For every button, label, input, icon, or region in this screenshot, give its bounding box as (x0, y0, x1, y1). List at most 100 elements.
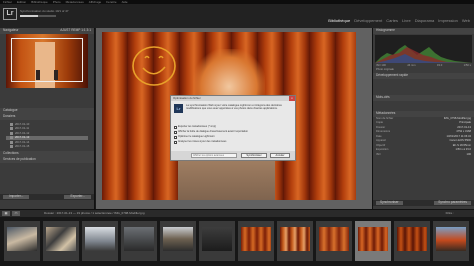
module-tab[interactable]: Bibliothèque (328, 19, 350, 23)
checkbox-label: Optimiser le catalogue Lightroom (178, 135, 215, 139)
original-photo-label: Photo originale (376, 68, 394, 72)
metadata-value[interactable]: Canon EOS 550D (449, 140, 471, 143)
synchronize-button[interactable]: Synchroniser (241, 153, 267, 158)
histogram (375, 35, 472, 63)
folders-title: Dossiers (3, 114, 16, 119)
dialog-checkbox-4[interactable]: Analyser les mises à jour des métadonnée… (174, 141, 226, 144)
folder-icon (10, 145, 13, 149)
thumbnail-image (397, 227, 427, 251)
metadata-key: Copie (376, 121, 384, 125)
folder-icon (10, 140, 13, 144)
dialog-checkbox-3[interactable]: Optimiser le catalogue Lightroom (174, 136, 215, 139)
exif-shutter: 1/50 s (463, 63, 471, 67)
folder-tree: 2017-01-10 2017-01-11 2017-01-12 2017-01-13… (0, 120, 94, 151)
folder-icon (10, 131, 13, 135)
folder-icon (10, 136, 13, 140)
sync-progress-bar (20, 15, 56, 17)
collections-title: Collections (3, 151, 19, 156)
filmstrip-thumbnail[interactable] (355, 221, 391, 261)
filmstrip-thumbnail[interactable] (82, 221, 118, 261)
sync-button[interactable]: Synchroniser (376, 201, 403, 205)
export-button[interactable]: Exporter... (64, 195, 91, 199)
thumbnail-image (319, 227, 349, 251)
folder-label: 2017-01-12 (15, 130, 30, 135)
filmstrip-thumbnail[interactable] (394, 221, 430, 261)
metadata-key: Dimensions (376, 130, 391, 134)
dialog-footer: Afficher les options avancées Synchronis… (171, 151, 295, 160)
folder-label: 2017-01-10 (15, 121, 30, 126)
publish-header[interactable]: Services de publication (0, 157, 94, 163)
checkbox-icon[interactable] (174, 136, 177, 139)
metadata-title: Métadonnées (376, 111, 396, 116)
filmstrip-thumbnail[interactable] (4, 221, 40, 261)
thumbnail-image (436, 227, 466, 251)
checkbox-icon[interactable] (174, 141, 177, 144)
checkbox-label: Afficher la boîte de dialogue d'avertiss… (178, 130, 248, 134)
publish-title: Services de publication (3, 157, 36, 162)
filmstrip-thumbnail[interactable] (160, 221, 196, 261)
keywords-title: Mots-clés (376, 95, 390, 100)
thumbnail-image (358, 227, 388, 251)
folder-icon (10, 122, 13, 126)
folder-label: 2017-01-13 (15, 135, 30, 140)
metadata-value[interactable]: 4752 x 3168 (456, 131, 471, 134)
metadata-list: Nom de fichier IMG_0798-Modifier.jpg Copie… (373, 117, 474, 158)
right-panel: Histogramme ISO 100 24 mm f/4.0 1/50 s P… (372, 28, 474, 209)
quick-develop-title: Développement rapide (376, 73, 409, 78)
import-button[interactable]: Importer... (3, 195, 30, 199)
histogram-header[interactable]: Histogramme (373, 28, 474, 34)
sync-settings-button[interactable]: Synchro paramètres (434, 201, 471, 205)
navigator-preview[interactable] (6, 34, 88, 88)
view-loupe-button[interactable]: ▭ (12, 211, 20, 216)
folder-label: 2017-01-14 (15, 139, 30, 144)
dialog-options-field[interactable]: Afficher les options avancées (191, 153, 237, 158)
thumbnail-image (241, 227, 271, 251)
folder-label: 2017-01-11 (15, 126, 30, 131)
checkbox-icon[interactable] (174, 131, 177, 134)
filmstrip-thumbnail[interactable] (238, 221, 274, 261)
lightroom-logo: Lr (3, 8, 17, 20)
thumbnail-image (202, 227, 232, 251)
bottom-toolbar: ▦ ▭ Dossier : 2017-01-13 — 19 photos / 1… (0, 209, 474, 217)
histogram-title: Histogramme (376, 28, 395, 33)
dialog-checkbox-1[interactable]: Exporter les métadonnées (*.xmp) (174, 126, 216, 129)
module-tab[interactable]: Web (462, 19, 470, 23)
metadata-key: Exposition (376, 148, 389, 152)
source-path: Dossier : 2017-01-13 — 19 photos / 1 sél… (44, 211, 145, 215)
dialog-checkbox-2[interactable]: Afficher la boîte de dialogue d'avertiss… (174, 131, 248, 134)
quick-develop-body (373, 79, 474, 95)
metadata-value[interactable]: Principale (459, 122, 471, 125)
module-tab[interactable]: Livre (402, 19, 411, 23)
filmstrip-thumbnail[interactable] (43, 221, 79, 261)
left-panel-footer: Importer... Exporter... (0, 194, 94, 200)
folder-row[interactable]: 2017-01-15 (6, 145, 88, 150)
sync-buttons-row: Synchroniser Synchro paramètres (373, 200, 474, 206)
module-picker: Bibliothèque Développement Cartes Livre Diap… (328, 19, 470, 23)
dialog-title: Optimisation du fichier (173, 96, 201, 100)
histogram-graph (375, 45, 472, 63)
checkbox-icon[interactable] (174, 126, 177, 129)
filmstrip-thumbnail[interactable] (433, 221, 469, 261)
module-tab[interactable]: Développement (354, 19, 382, 23)
view-grid-button[interactable]: ▦ (2, 211, 10, 216)
dialog-close-button[interactable]: x (289, 96, 295, 101)
cancel-button[interactable]: Annuler (270, 153, 290, 158)
filmstrip-thumbnail[interactable] (199, 221, 235, 261)
module-tab[interactable]: Cartes (386, 19, 398, 23)
module-tab[interactable]: Diaporama (415, 19, 435, 23)
filter-label[interactable]: Filtre : (446, 211, 454, 216)
module-tab[interactable]: Impression (438, 19, 458, 23)
sync-status-text: Synchronisation du studio 10/1 of 47 (20, 9, 69, 13)
metadata-value[interactable]: 100 (467, 153, 471, 157)
exif-focal: 24 mm (407, 63, 416, 67)
filmstrip-thumbnail[interactable] (277, 221, 313, 261)
filmstrip-thumbnail[interactable] (316, 221, 352, 261)
filmstrip-thumbnail[interactable] (121, 221, 157, 261)
metadata-value[interactable]: 1/50 s à f/4.0 (455, 149, 471, 152)
navigator-title: Navigateur (3, 28, 19, 33)
navigator-zoom[interactable]: AJUST REMP 1:1 3:1 (60, 29, 91, 32)
main-view: Optimisation du fichier x Lr La synchron… (96, 28, 372, 209)
filmstrip (0, 217, 474, 266)
sync-dialog: Optimisation du fichier x Lr La synchron… (170, 95, 296, 161)
navigator-frame[interactable] (10, 38, 84, 82)
